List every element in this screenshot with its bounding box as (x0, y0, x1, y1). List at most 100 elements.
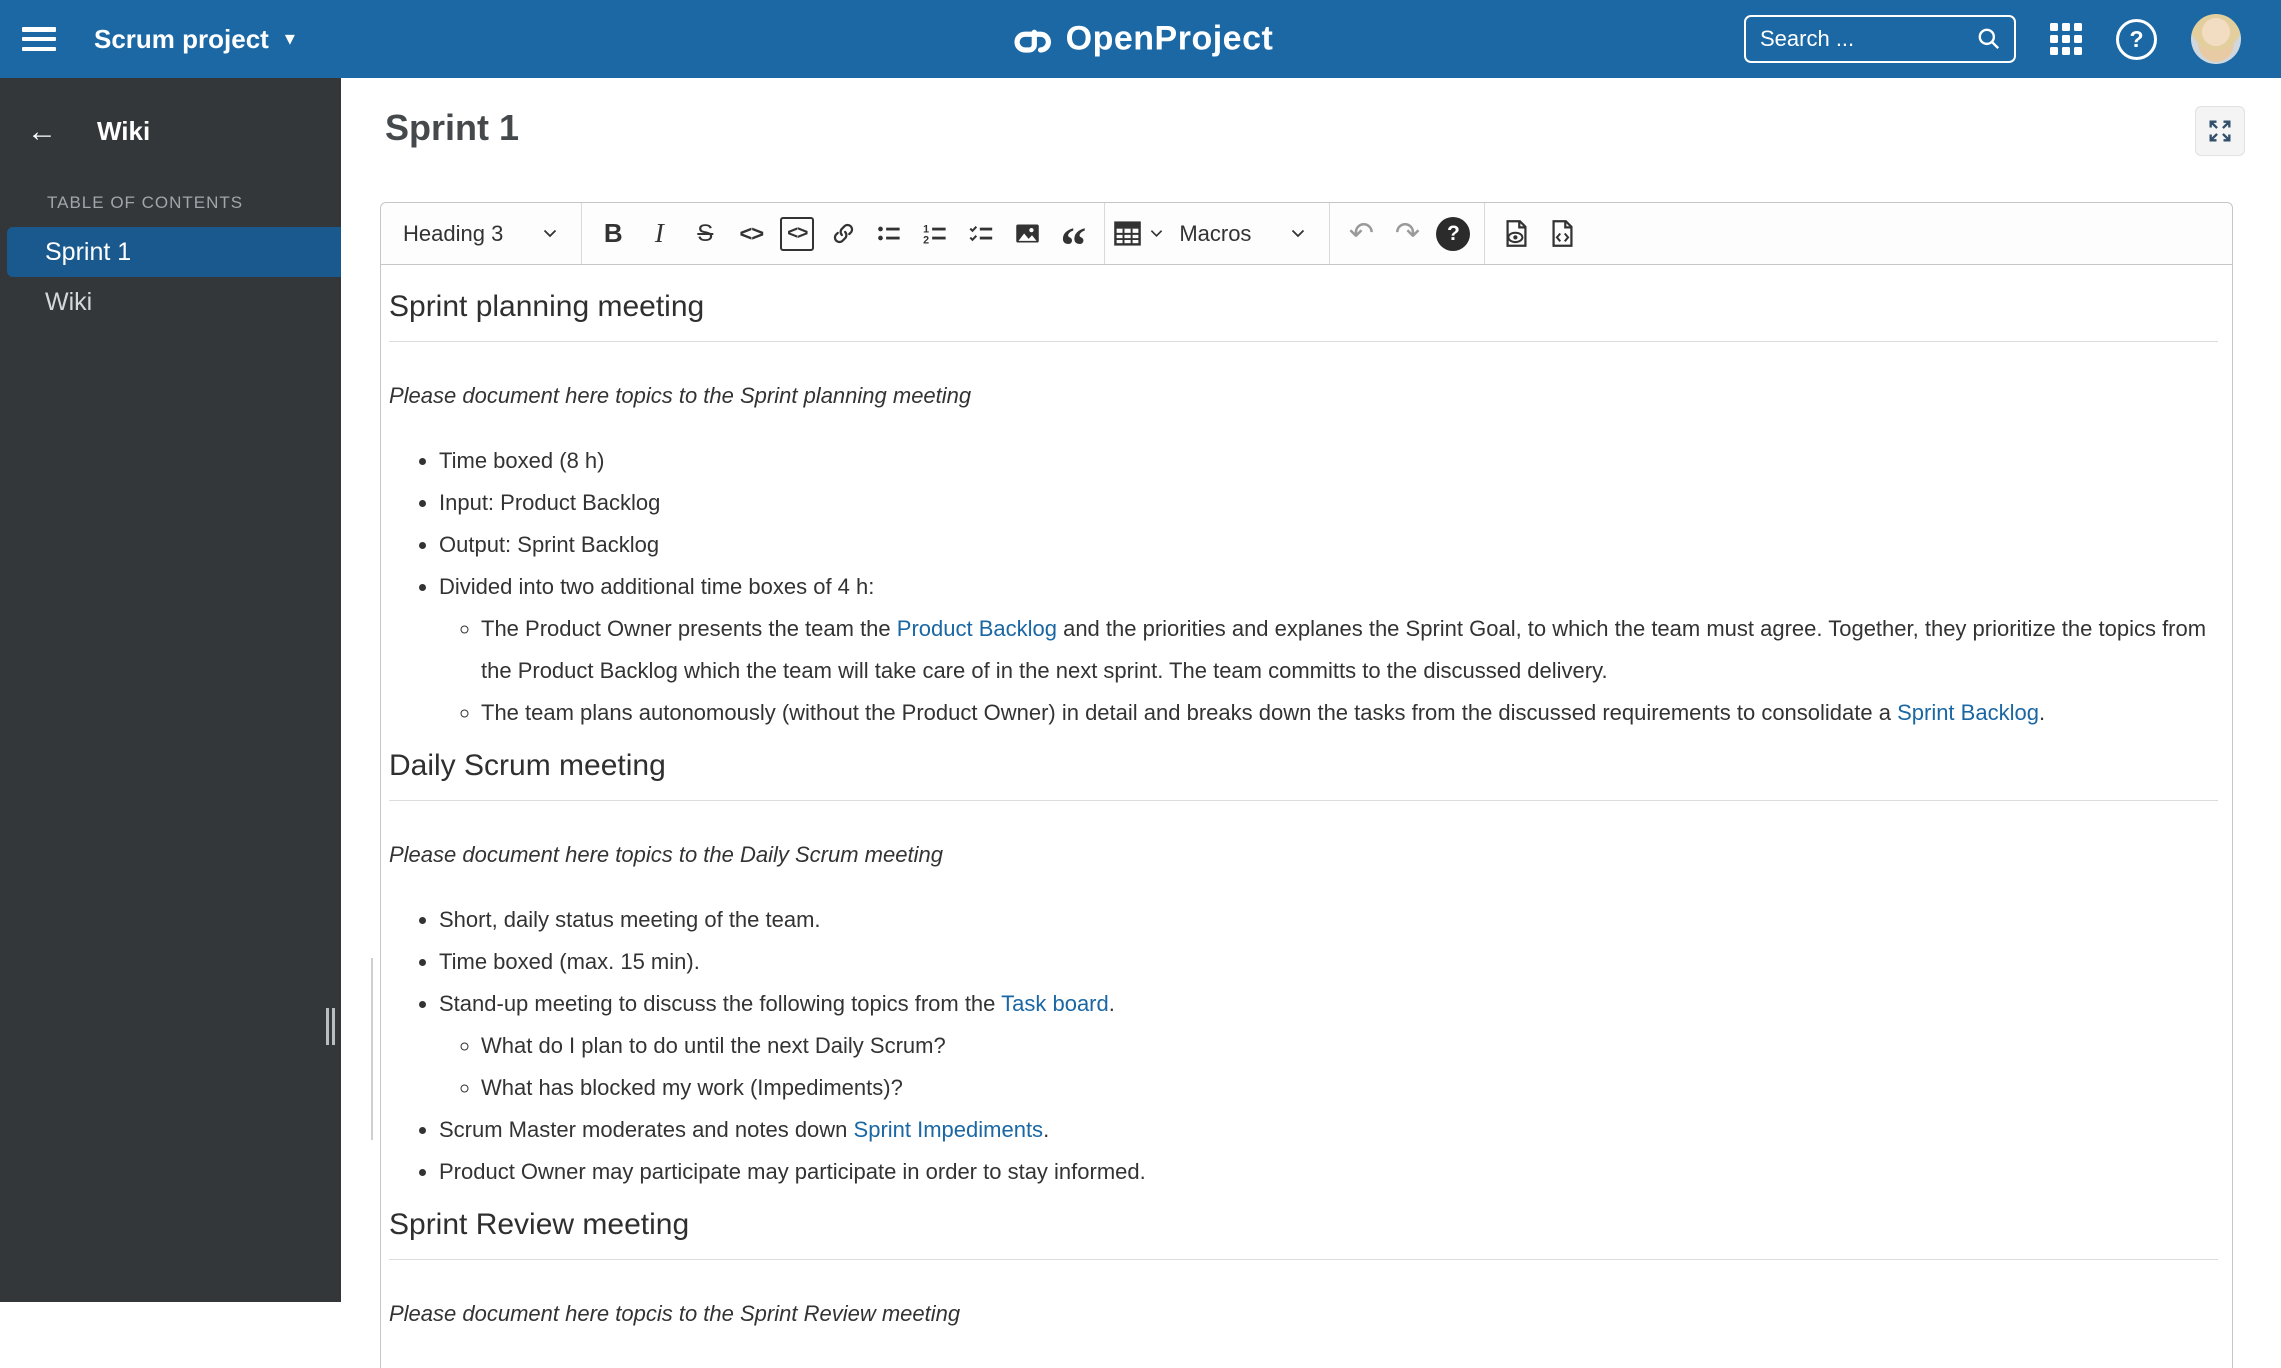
modules-grid-icon[interactable] (2050, 23, 2082, 55)
toolbar-separator (1104, 203, 1105, 264)
section-heading: Sprint Review meeting (389, 1207, 2218, 1260)
wiki-editor: Heading 3 B I S <> <> (380, 202, 2233, 1368)
bulleted-list-button[interactable] (866, 210, 912, 258)
image-button[interactable] (1004, 210, 1050, 258)
heading-dropdown-label: Heading 3 (403, 221, 503, 247)
user-avatar[interactable] (2191, 14, 2241, 64)
section-daily-scrum: Daily Scrum meeting Please document here… (389, 748, 2218, 1193)
undo-button[interactable]: ↶ (1338, 210, 1384, 258)
strikethrough-button[interactable]: S (682, 210, 728, 258)
macros-dropdown[interactable]: Macros (1163, 210, 1321, 258)
list-item: Product Owner may participate may partic… (439, 1151, 2218, 1193)
bullet-list: Short, daily status meeting of the team.… (389, 899, 2218, 1193)
italic-button[interactable]: I (636, 210, 682, 258)
logo-text: OpenProject (1066, 20, 1274, 59)
editor-help-icon: ? (1436, 217, 1470, 251)
bold-button[interactable]: B (590, 210, 636, 258)
sidebar-item-label: Sprint 1 (45, 238, 131, 267)
image-icon (1014, 220, 1041, 247)
hamburger-menu-icon[interactable] (22, 27, 56, 51)
section-intro: Please document here topics to the Sprin… (389, 382, 2218, 410)
markdown-source-icon (1549, 219, 1576, 248)
sidebar-title: Wiki (97, 116, 150, 147)
list-item: Stand-up meeting to discuss the followin… (439, 983, 2218, 1109)
inline-code-button[interactable]: <> (728, 210, 774, 258)
toolbar-separator (1329, 203, 1330, 264)
page-header: Sprint 1 (341, 78, 2281, 156)
code-block-icon: <> (780, 217, 814, 251)
numbered-list-button[interactable]: 1 2 (912, 210, 958, 258)
sidebar-resizer-line[interactable] (371, 958, 373, 1140)
global-search[interactable] (1744, 15, 2016, 63)
list-item: Scrum Master moderates and notes down Sp… (439, 1109, 2218, 1151)
editor-help-button[interactable]: ? (1430, 210, 1476, 258)
sidebar-item-label: Wiki (45, 288, 92, 317)
search-icon[interactable] (1976, 26, 2002, 52)
link-button[interactable] (820, 210, 866, 258)
wiki-link-sprint-impediments[interactable]: Sprint Impediments (854, 1117, 1044, 1142)
redo-button[interactable]: ↷ (1384, 210, 1430, 258)
editor-toolbar: Heading 3 B I S <> <> (381, 203, 2232, 265)
toolbar-separator (1484, 203, 1485, 264)
sidebar-header: ← Wiki (0, 78, 341, 147)
list-item: Time boxed (8 h) (439, 440, 2218, 482)
undo-icon: ↶ (1349, 216, 1374, 251)
nested-bullet-list: What do I plan to do until the next Dail… (439, 1025, 2218, 1109)
wiki-link-product-backlog[interactable]: Product Backlog (897, 616, 1057, 641)
nested-bullet-list: The Product Owner presents the team the … (439, 608, 2218, 734)
link-icon (830, 220, 857, 247)
help-icon[interactable]: ? (2116, 19, 2157, 60)
list-item: The team plans autonomously (without the… (481, 692, 2218, 734)
fullscreen-button[interactable] (2195, 106, 2245, 156)
block-quote-icon: “ (1060, 211, 1086, 257)
wiki-link-task-board[interactable]: Task board (1001, 991, 1109, 1016)
chevron-down-icon (543, 229, 557, 238)
insert-table-button[interactable] (1113, 210, 1163, 258)
list-item: Output: Sprint Backlog (439, 524, 2218, 566)
table-icon (1113, 220, 1142, 247)
numbered-list-icon: 1 2 (922, 220, 949, 247)
wiki-link-sprint-backlog[interactable]: Sprint Backlog (1897, 700, 2039, 725)
section-heading: Sprint planning meeting (389, 289, 2218, 342)
chevron-down-icon (1291, 229, 1305, 238)
heading-dropdown[interactable]: Heading 3 (387, 210, 573, 258)
sidebar-item-wiki[interactable]: Wiki (0, 277, 341, 327)
bullet-list: Time boxed (8 h) Input: Product Backlog … (389, 440, 2218, 734)
header-actions: ? (1744, 14, 2241, 64)
wiki-sidebar: ← Wiki TABLE OF CONTENTS Sprint 1 Wiki (0, 78, 341, 1302)
redo-icon: ↷ (1395, 216, 1420, 251)
inline-code-icon: <> (739, 221, 763, 247)
list-item: What has blocked my work (Impediments)? (481, 1067, 2218, 1109)
project-name: Scrum project (94, 24, 269, 55)
block-quote-button[interactable]: “ (1050, 210, 1096, 258)
section-sprint-planning: Sprint planning meeting Please document … (389, 289, 2218, 734)
section-sprint-review: Sprint Review meeting Please document he… (389, 1207, 2218, 1328)
sidebar-resize-grip[interactable] (326, 1008, 337, 1045)
page-title: Sprint 1 (385, 106, 519, 149)
top-header: Scrum project ▾ OpenProject ? (0, 0, 2281, 78)
chevron-down-icon: ▾ (285, 29, 295, 49)
expand-icon (2206, 117, 2234, 145)
italic-icon: I (655, 218, 664, 249)
list-item: Divided into two additional time boxes o… (439, 566, 2218, 734)
chevron-down-icon (1150, 229, 1163, 238)
strikethrough-icon: S (697, 220, 713, 248)
code-block-button[interactable]: <> (774, 210, 820, 258)
todo-list-button[interactable] (958, 210, 1004, 258)
preview-button[interactable] (1493, 210, 1539, 258)
section-intro: Please document here topics to the Daily… (389, 841, 2218, 869)
section-heading: Daily Scrum meeting (389, 748, 2218, 801)
sidebar-item-sprint-1[interactable]: Sprint 1 (7, 227, 341, 277)
openproject-logo[interactable]: OpenProject (1008, 20, 1274, 59)
bold-icon: B (604, 218, 623, 249)
editor-content[interactable]: Sprint planning meeting Please document … (381, 265, 2232, 1368)
project-selector[interactable]: Scrum project ▾ (94, 24, 295, 55)
bulleted-list-icon (876, 220, 903, 247)
svg-text:2: 2 (923, 235, 929, 247)
markdown-source-button[interactable] (1539, 210, 1585, 258)
list-item: Time boxed (max. 15 min). (439, 941, 2218, 983)
back-arrow-icon[interactable]: ← (27, 117, 57, 147)
help-glyph: ? (2129, 26, 2143, 53)
todo-list-icon (968, 220, 995, 247)
search-input[interactable] (1760, 26, 1976, 52)
